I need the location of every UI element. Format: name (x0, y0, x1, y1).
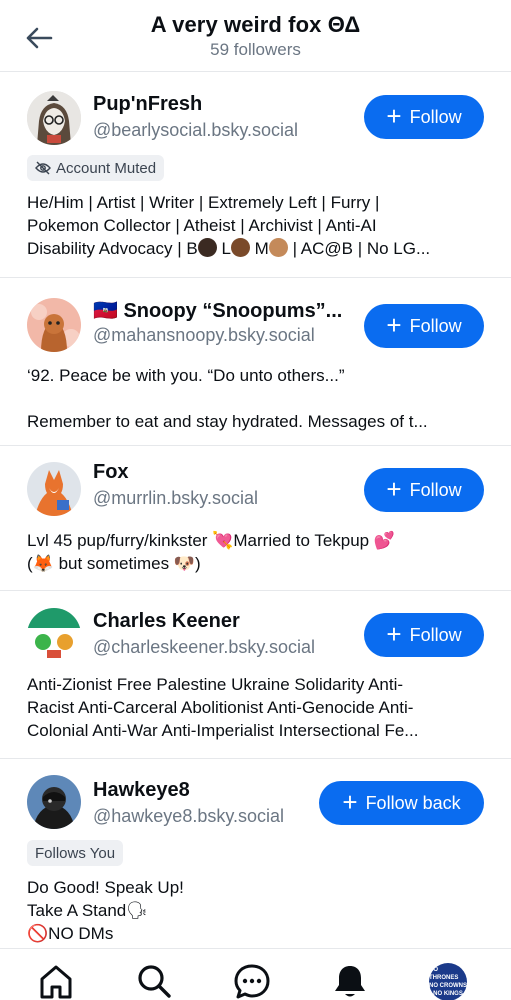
notifications-icon (335, 966, 365, 997)
user-display-name-text: Snoopy “Snoopums”... (123, 300, 343, 322)
bio-line: 🚫NO DMs (27, 922, 487, 945)
bio-line: Pokemon Collector | Atheist | Archivist … (27, 216, 377, 235)
bio-line: He/Him | Artist | Writer | Extremely Lef… (27, 193, 380, 212)
list-item[interactable]: Hawkeye8 @hawkeye8.bsky.social + Follow … (0, 759, 511, 959)
follow-button-label: Follow (409, 479, 462, 500)
follow-button-label: Follow (409, 106, 462, 127)
chat-icon (234, 964, 270, 999)
follows-you-badge: Follows You (27, 840, 124, 866)
user-handle[interactable]: @charleskeener.bsky.social (93, 637, 315, 658)
follow-back-button[interactable]: + Follow back (319, 781, 484, 825)
bio-line: Racist Anti-Carceral Abolitionist Anti-G… (27, 698, 414, 717)
badge-label: Account Muted (56, 159, 157, 177)
avatar[interactable] (27, 775, 81, 829)
bio-line: Disability Advocacy | B L M | AC@B | No … (27, 237, 487, 260)
bio-line: ‘92. Peace be with you. “Do unto others.… (27, 366, 345, 385)
avatar[interactable] (27, 608, 81, 662)
user-bio: Do Good! Speak Up! Take A Stand🗣 🚫NO DMs (27, 876, 487, 945)
followers-list: Pup'nFresh @bearlysocial.bsky.social + F… (0, 73, 511, 959)
fox-emoji-icon: 🦊 (32, 554, 54, 573)
dog-emoji-icon: 🐶 (173, 554, 196, 573)
bio-line: Lvl 45 pup/furry/kinkster 💘Married to Te… (27, 529, 487, 552)
follow-button-label: Follow (409, 315, 462, 336)
bio-text: Married to Tekpup (233, 531, 370, 550)
heart-with-arrow-emoji-icon: 💘 (212, 531, 234, 550)
bio-line: Anti-Zionist Free Palestine Ukraine Soli… (27, 675, 404, 694)
profile-avatar-text: NO KINGS (433, 991, 463, 997)
list-item[interactable]: 🇭🇹 Snoopy “Snoopums”... @mahansnoopy.bsk… (0, 278, 511, 446)
bio-text: but sometimes (58, 554, 170, 573)
raised-fist-emoji-icon (197, 238, 217, 257)
tab-profile[interactable]: NO THRONES NO CROWNS NO KINGS (428, 963, 468, 1000)
user-handle[interactable]: @bearlysocial.bsky.social (93, 120, 298, 141)
avatar[interactable] (27, 91, 81, 145)
list-item[interactable]: Charles Keener @charleskeener.bsky.socia… (0, 591, 511, 759)
page-header: A very weird fox ΘΔ 59 followers (0, 0, 511, 72)
user-display-name[interactable]: Pup'nFresh (93, 93, 202, 116)
follow-button[interactable]: + Follow (364, 613, 484, 657)
bottom-tab-bar: NO THRONES NO CROWNS NO KINGS (0, 948, 511, 1000)
profile-avatar: NO THRONES NO CROWNS NO KINGS (429, 963, 467, 1000)
user-display-name[interactable]: Fox (93, 461, 129, 484)
tab-chat[interactable] (232, 963, 272, 1000)
raised-fist-emoji-icon (268, 238, 288, 257)
tab-home[interactable] (36, 963, 76, 1000)
tab-search[interactable] (134, 963, 174, 1000)
bio-text: M (254, 239, 269, 258)
two-hearts-emoji-icon: 💕 (373, 531, 396, 550)
plus-icon: + (386, 619, 402, 649)
followers-count: 59 followers (210, 40, 301, 59)
avatar[interactable] (27, 462, 81, 516)
follow-button-label: Follow (409, 624, 462, 645)
user-handle[interactable]: @murrlin.bsky.social (93, 488, 258, 509)
home-icon (40, 965, 72, 999)
bio-text: Disability Advocacy | B (27, 239, 198, 258)
search-icon (138, 965, 171, 998)
follow-button[interactable]: + Follow (364, 304, 484, 348)
plus-icon: + (386, 101, 402, 131)
user-handle[interactable]: @hawkeye8.bsky.social (93, 806, 284, 827)
haiti-flag-icon: 🇭🇹 (93, 300, 118, 322)
bio-line: (🦊 but sometimes 🐶) (27, 552, 487, 575)
list-item[interactable]: Pup'nFresh @bearlysocial.bsky.social + F… (0, 73, 511, 278)
user-bio: Anti-Zionist Free Palestine Ukraine Soli… (27, 673, 487, 742)
bio-text: NO DMs (48, 924, 114, 943)
avatar[interactable] (27, 298, 81, 352)
bio-text: Lvl 45 pup/furry/kinkster (27, 531, 208, 550)
bio-text: ) (195, 554, 201, 573)
bio-line: Do Good! Speak Up! (27, 878, 184, 897)
user-display-name[interactable]: 🇭🇹 Snoopy “Snoopums”... (93, 298, 342, 323)
user-bio: He/Him | Artist | Writer | Extremely Lef… (27, 191, 487, 260)
bio-text: Take A Stand (27, 901, 127, 920)
account-muted-badge: Account Muted (27, 155, 165, 181)
follow-button-label: Follow back (365, 792, 461, 813)
raised-fist-emoji-icon (230, 238, 250, 257)
user-bio: ‘92. Peace be with you. “Do unto others.… (27, 364, 487, 433)
bio-text: L (221, 239, 231, 258)
badge-label: Follows You (35, 844, 116, 862)
eye-slash-icon (35, 161, 51, 175)
plus-icon: + (386, 310, 402, 340)
bio-line: Colonial Anti-War Anti-Imperialist Inter… (27, 721, 419, 740)
speaking-head-emoji-icon: 🗣 (126, 901, 148, 920)
page-title: A very weird fox ΘΔ (150, 12, 361, 37)
user-bio: Lvl 45 pup/furry/kinkster 💘Married to Te… (27, 529, 487, 575)
profile-avatar-text: NO CROWNS (429, 983, 467, 989)
follow-button[interactable]: + Follow (364, 95, 484, 139)
plus-icon: + (386, 474, 402, 504)
no-entry-emoji-icon: 🚫 (27, 924, 49, 943)
tab-notifications[interactable] (330, 963, 370, 1000)
user-display-name[interactable]: Charles Keener (93, 610, 240, 633)
bio-line: Take A Stand🗣 (27, 899, 487, 922)
follow-button[interactable]: + Follow (364, 468, 484, 512)
plus-icon: + (342, 787, 358, 817)
bio-text: | AC@B | No LG... (292, 239, 431, 258)
list-item[interactable]: Fox @murrlin.bsky.social + Follow Lvl 45… (0, 446, 511, 591)
profile-avatar-text: NO THRONES (429, 967, 459, 981)
user-display-name[interactable]: Hawkeye8 (93, 779, 190, 802)
user-handle[interactable]: @mahansnoopy.bsky.social (93, 325, 315, 346)
bio-line: Remember to eat and stay hydrated. Messa… (27, 412, 428, 431)
